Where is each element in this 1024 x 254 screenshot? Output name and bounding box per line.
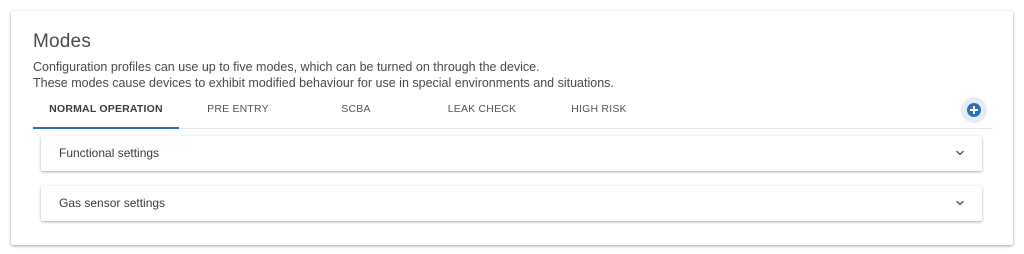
tab-leak-check[interactable]: LEAK CHECK <box>439 99 525 128</box>
tab-normal-operation[interactable]: NORMAL OPERATION <box>33 99 179 129</box>
mode-tabs: NORMAL OPERATION PRE ENTRY SCBA LEAK CHE… <box>33 99 993 129</box>
description-line-1: Configuration profiles can use up to fiv… <box>33 60 540 74</box>
page-title: Modes <box>33 31 92 52</box>
modes-card: Modes Configuration profiles can use up … <box>11 11 1013 245</box>
gas-sensor-settings-panel[interactable]: Gas sensor settings <box>41 186 982 221</box>
tab-scba[interactable]: SCBA <box>331 99 381 128</box>
description-line-2: These modes cause devices to exhibit mod… <box>33 76 614 90</box>
tab-pre-entry[interactable]: PRE ENTRY <box>200 99 276 128</box>
plus-circle-icon <box>967 103 981 117</box>
tab-high-risk[interactable]: HIGH RISK <box>564 99 634 128</box>
functional-settings-panel[interactable]: Functional settings <box>41 136 982 171</box>
panel-label: Functional settings <box>59 146 160 160</box>
chevron-down-icon[interactable] <box>956 149 964 157</box>
chevron-down-icon[interactable] <box>956 199 964 207</box>
add-mode-button[interactable] <box>961 97 987 123</box>
panel-label: Gas sensor settings <box>59 196 166 210</box>
